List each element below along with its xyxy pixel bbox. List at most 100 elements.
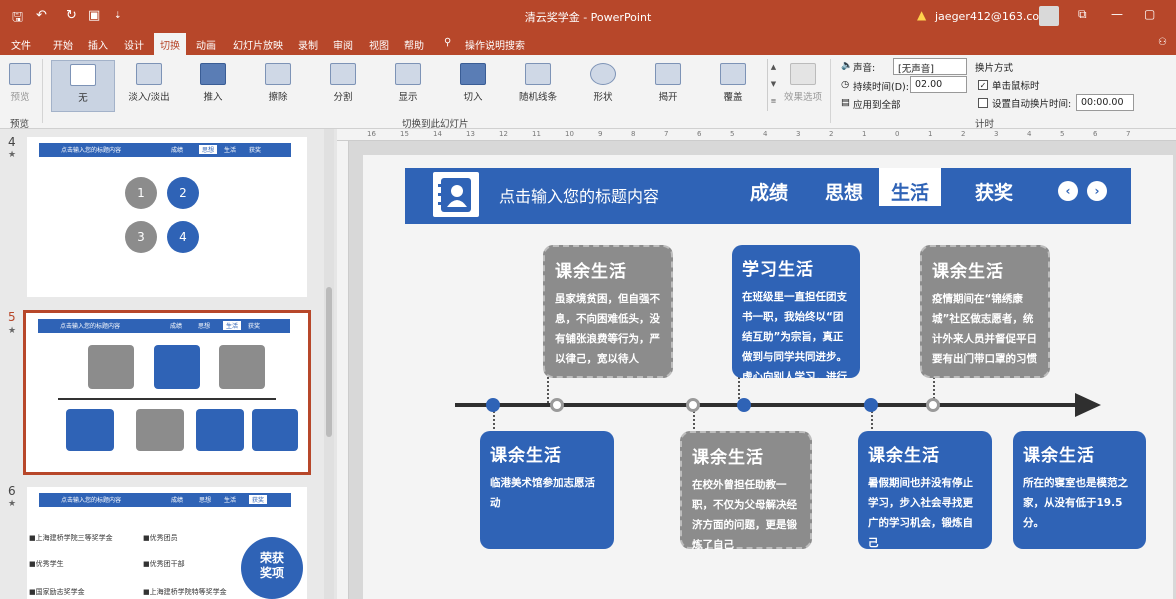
tab-transitions[interactable]: 切换 (154, 33, 186, 55)
shape-icon (590, 63, 616, 85)
ruler-mark: 13 (466, 130, 475, 138)
slide-tab-ideology[interactable]: 思想 (825, 178, 863, 205)
slide-tab-life[interactable]: 生活 (879, 168, 942, 206)
transition-cut[interactable]: 切入 (446, 60, 500, 112)
duration-input[interactable]: 02.00 (910, 76, 967, 93)
timeline-card[interactable]: 学习生活 在班级里一直担任团支书一职，我始终以“团结互助”为宗旨，真正做到与同学… (732, 245, 860, 378)
prev-arrow-icon[interactable]: ‹ (1058, 181, 1078, 201)
cut-icon (460, 63, 486, 85)
transition-random-bars[interactable]: 随机线条 (511, 60, 565, 112)
tell-me-search[interactable]: 操作说明搜索 (465, 37, 525, 52)
slide-tab-grades[interactable]: 成绩 (750, 178, 788, 205)
ruler-mark: 0 (895, 130, 900, 138)
thumb-header: 点击输入您的标题内容 成绩 思想 生活 获奖 (39, 143, 291, 157)
transition-push[interactable]: 推入 (186, 60, 240, 112)
tab-animations[interactable]: 动画 (196, 37, 216, 52)
card-title: 课余生活 (932, 262, 1004, 282)
slide-thumbnail-4[interactable]: 点击输入您的标题内容 成绩 思想 生活 获奖 1 2 3 4 (27, 137, 307, 297)
tab-file[interactable]: 文件 (11, 37, 31, 52)
reveal-icon (395, 63, 421, 85)
sound-select[interactable]: [无声音] (893, 58, 967, 75)
timeline-dot (737, 398, 751, 412)
thumb-circle: 2 (167, 177, 199, 209)
group-label-preview: 预览 (10, 119, 30, 130)
share-icon[interactable]: ⚇ (1158, 37, 1167, 48)
ruler-mark: 6 (697, 130, 702, 138)
thumb-card (196, 409, 244, 451)
timeline-card[interactable]: 课余生活 所在的寝室也是模范之家，从没有低于19.5分。 (1013, 431, 1146, 549)
timeline-card[interactable]: 课余生活 在校外曾担任助教一职，不仅为父母解决经济方面的问题，更是锻炼了自己 (680, 431, 812, 551)
maximize-icon[interactable]: ▢ (1144, 7, 1155, 21)
preview-button[interactable]: 预览 (2, 60, 38, 112)
scrollbar-thumb[interactable] (326, 287, 332, 437)
tab-slideshow[interactable]: 幻灯片放映 (233, 37, 283, 52)
contact-card-icon (433, 172, 479, 217)
none-icon (70, 64, 96, 86)
tab-record[interactable]: 录制 (298, 37, 318, 52)
transition-reveal[interactable]: 显示 (381, 60, 435, 112)
card-text: 疫情期间在“锦绣康城”社区做志愿者，统计外来人员并督促平日要有出门带口罩的习惯 (932, 293, 1037, 365)
apply-all-button[interactable]: 应用到全部 (853, 97, 901, 111)
tab-view[interactable]: 视图 (369, 37, 389, 52)
slide-title[interactable]: 点击输入您的标题内容 (499, 183, 659, 207)
timeline-axis (455, 403, 1075, 407)
ruler-mark: 4 (1027, 130, 1032, 138)
minimize-icon[interactable]: — (1111, 7, 1123, 21)
slide-thumbnail-6[interactable]: 点击输入您的标题内容 成绩 思想 生活 获奖 ■上海建桥学院三等奖学金 ■优秀团… (27, 487, 307, 599)
transition-shape[interactable]: 形状 (576, 60, 630, 112)
transition-wipe[interactable]: 擦除 (251, 60, 305, 112)
ruler-mark: 1 (928, 130, 933, 138)
timeline-dot (926, 398, 940, 412)
ruler-mark: 8 (631, 130, 636, 138)
group-label-timing: 计时 (975, 119, 995, 130)
timeline-card[interactable]: 课余生活 疫情期间在“锦绣康城”社区做志愿者，统计外来人员并督促平日要有出门带口… (920, 245, 1050, 378)
timeline-card[interactable]: 课余生活 暑假期间也并没有停止学习，步入社会寻找更广的学习机会，锻炼自己 (858, 431, 992, 549)
ruler-mark: 9 (598, 130, 603, 138)
card-text: 暑假期间也并没有停止学习，步入社会寻找更广的学习机会，锻炼自己 (868, 477, 973, 549)
thumb-circle: 3 (125, 221, 157, 253)
transition-fade[interactable]: 淡入/淡出 (122, 60, 176, 112)
after-time-label: 设置自动换片时间: (992, 99, 1072, 110)
thumb-text: ■优秀团干部 (143, 560, 185, 568)
slide-tab-awards[interactable]: 获奖 (975, 178, 1013, 205)
transition-uncover[interactable]: 揭开 (641, 60, 695, 112)
thumb-text: ■上海建桥学院三等奖学金 (29, 534, 113, 542)
thumb-axis (58, 398, 276, 400)
avatar[interactable] (1039, 6, 1059, 26)
tab-insert[interactable]: 插入 (88, 37, 108, 52)
transition-none[interactable]: 无 (51, 60, 115, 112)
random-bars-icon (525, 63, 551, 85)
timeline-card[interactable]: 课余生活 虽家境贫困，但自强不息，不向困难低头，没有铺张浪费等行为，严以律己，宽… (543, 245, 673, 378)
tab-review[interactable]: 审阅 (333, 37, 353, 52)
thumb-card (66, 409, 114, 451)
on-click-checkbox[interactable]: ✓ (978, 80, 988, 90)
cover-icon (720, 63, 746, 85)
timeline-card[interactable]: 课余生活 临港美术馆参加志愿活动 (480, 431, 614, 549)
uncover-icon (655, 63, 681, 85)
ruler-mark: 6 (1093, 130, 1098, 138)
ribbon-display-icon[interactable]: ⧉ (1078, 7, 1087, 22)
transition-cover[interactable]: 覆盖 (706, 60, 760, 112)
thumb-circle: 4 (167, 221, 199, 253)
after-time-input[interactable]: 00:00.00 (1076, 94, 1134, 111)
after-time-checkbox[interactable] (978, 98, 988, 108)
ruler-mark: 14 (433, 130, 442, 138)
transition-split[interactable]: 分割 (316, 60, 370, 112)
timeline-dot (486, 398, 500, 412)
current-slide[interactable]: 点击输入您的标题内容 成绩 思想 生活 获奖 ‹ › 课余生活 虽家境贫困，但自… (363, 155, 1173, 599)
thumb-header: 点击输入您的标题内容 成绩 思想 生活 获奖 (39, 493, 291, 507)
tab-home[interactable]: 开始 (53, 37, 73, 52)
group-separator (42, 59, 43, 123)
card-text: 所在的寝室也是模范之家，从没有低于19.5分。 (1023, 477, 1128, 529)
tab-help[interactable]: 帮助 (404, 37, 424, 52)
next-arrow-icon[interactable]: › (1087, 181, 1107, 201)
panel-scrollbar[interactable] (324, 129, 334, 599)
horizontal-ruler: 16 15 14 13 12 11 10 9 8 7 6 5 4 3 2 1 0 1 2 3 4 5 6 7 (337, 129, 1176, 141)
account-name[interactable]: jaeger412@163.com (935, 10, 1050, 23)
group-label-transitions: 切换到此幻灯片 (402, 119, 469, 130)
gallery-scroll[interactable]: ▲ ▼ ≡ (767, 59, 779, 111)
tab-design[interactable]: 设计 (124, 37, 144, 52)
slide-thumbnail-5[interactable]: 点击输入您的标题内容 成绩 思想 生活 获奖 (23, 310, 311, 475)
advance-slide-header: 换片方式 (975, 63, 1014, 74)
effect-options-button[interactable]: 效果选项 (780, 60, 826, 112)
